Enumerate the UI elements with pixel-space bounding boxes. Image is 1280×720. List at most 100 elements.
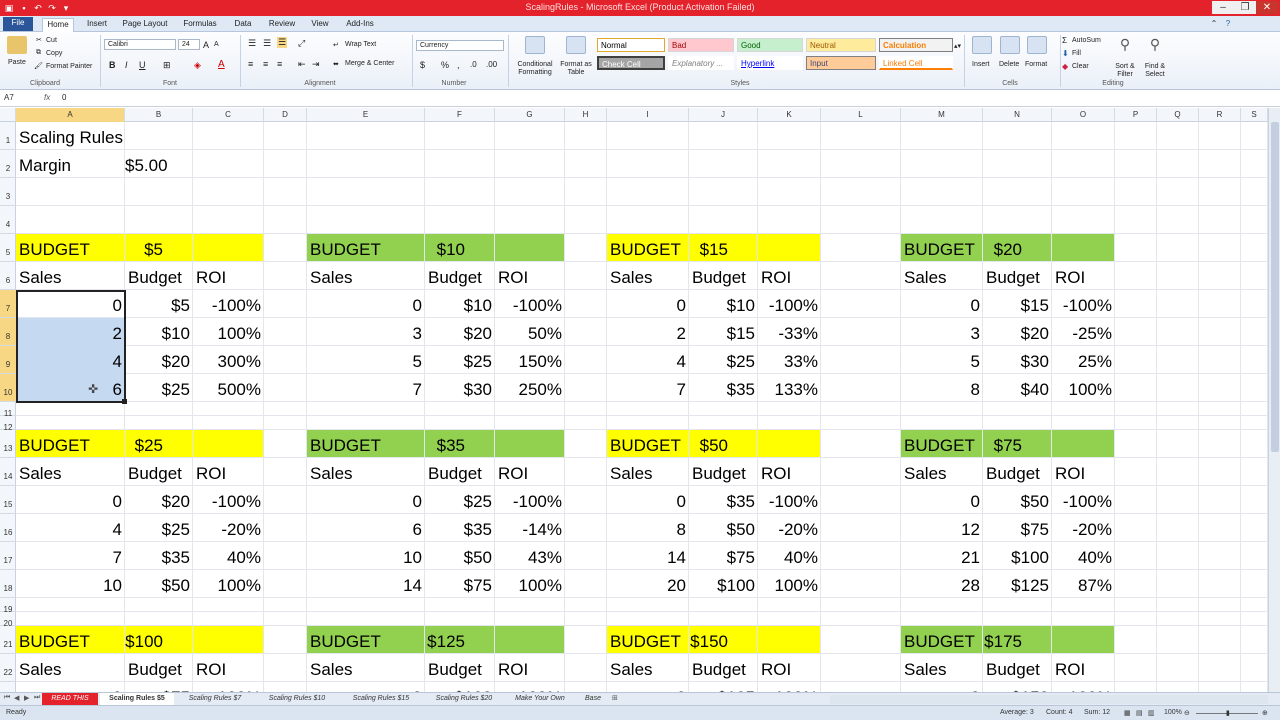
align-left-icon[interactable]: ≡ xyxy=(248,59,253,69)
tab-home[interactable]: Home xyxy=(42,18,74,32)
minimize-ribbon-icon[interactable]: ⌃ xyxy=(1208,18,1220,32)
last-sheet-icon[interactable]: ⏭ xyxy=(34,694,40,702)
style-input[interactable]: Input xyxy=(806,56,876,70)
cut-button[interactable]: Cut xyxy=(46,37,57,44)
format-cells-icon[interactable] xyxy=(1027,36,1047,54)
font-name-box[interactable]: Calibri xyxy=(104,39,176,50)
page-layout-view-icon[interactable]: ▤ xyxy=(1136,709,1143,717)
column-header-d[interactable]: D xyxy=(264,108,307,122)
row-header-23[interactable]: 23 xyxy=(0,682,16,692)
column-header-r[interactable]: R xyxy=(1199,108,1241,122)
normal-view-icon[interactable]: ▦ xyxy=(1124,709,1131,717)
row-header-20[interactable]: 20 xyxy=(0,612,16,628)
style-normal[interactable]: Normal xyxy=(597,38,665,52)
next-sheet-icon[interactable]: ▶ xyxy=(24,694,29,702)
sheet-tab-scaling-rules-7[interactable]: Scaling Rules $7 xyxy=(176,693,254,705)
row-header-3[interactable]: 3 xyxy=(0,178,16,206)
row-header-15[interactable]: 15 xyxy=(0,486,16,514)
format-painter-icon[interactable]: 🖌 xyxy=(34,62,43,70)
font-color-icon[interactable]: A xyxy=(218,59,225,70)
fill-icon[interactable]: ⬇ xyxy=(1062,49,1069,58)
column-header-c[interactable]: C xyxy=(193,108,264,122)
tab-view[interactable]: View xyxy=(307,18,333,32)
grow-font-icon[interactable]: A xyxy=(203,40,209,50)
row-header-2[interactable]: 2 xyxy=(0,150,16,178)
column-header-b[interactable]: B xyxy=(125,108,193,122)
decrease-decimal-icon[interactable]: .00 xyxy=(486,60,497,69)
sheet-tab-scaling-rules-5[interactable]: Scaling Rules $5 xyxy=(100,693,174,705)
row-header-17[interactable]: 17 xyxy=(0,542,16,570)
merge-center-icon[interactable]: ⬌ xyxy=(333,60,339,68)
row-header-19[interactable]: 19 xyxy=(0,598,16,614)
row-header-6[interactable]: 6 xyxy=(0,262,16,290)
sort-filter-icon[interactable]: ⚲ xyxy=(1116,36,1134,54)
column-header-f[interactable]: F xyxy=(425,108,495,122)
decrease-indent-icon[interactable]: ⇤ xyxy=(298,59,306,70)
italic-icon[interactable]: I xyxy=(125,60,128,70)
row-header-7[interactable]: 7 xyxy=(0,290,16,318)
insert-sheet-icon[interactable]: ⊞ xyxy=(612,694,618,702)
column-header-a[interactable]: A xyxy=(16,108,125,122)
sheet-tab-scaling-rules-20[interactable]: Scaling Rules $20 xyxy=(424,693,504,705)
page-break-view-icon[interactable]: ▥ xyxy=(1148,709,1155,717)
format-as-table-icon[interactable] xyxy=(566,36,586,54)
tab-insert[interactable]: Insert xyxy=(82,18,112,32)
conditional-formatting-button[interactable]: Conditional Formatting xyxy=(512,61,558,77)
cut-icon[interactable]: ✂ xyxy=(36,36,42,44)
row-header-16[interactable]: 16 xyxy=(0,514,16,542)
name-box[interactable]: A7 xyxy=(2,93,36,105)
insert-cells-icon[interactable] xyxy=(972,36,992,54)
tab-page-layout[interactable]: Page Layout xyxy=(120,18,170,32)
styles-scroll-icon[interactable]: ▴▾ xyxy=(954,42,961,50)
copy-button[interactable]: Copy xyxy=(46,50,62,57)
style-bad[interactable]: Bad xyxy=(668,38,734,52)
column-header-g[interactable]: G xyxy=(495,108,565,122)
style-check-cell[interactable]: Check Cell xyxy=(597,56,665,70)
find-select-button[interactable]: Find & Select xyxy=(1140,63,1170,79)
style-neutral[interactable]: Neutral xyxy=(806,38,876,52)
autosum-button[interactable]: AutoSum xyxy=(1072,37,1101,44)
orientation-icon[interactable]: ⤢ xyxy=(298,38,305,49)
format-cells-button[interactable]: Format xyxy=(1025,61,1047,68)
fill-color-icon[interactable]: ◈ xyxy=(194,60,201,71)
conditional-formatting-icon[interactable] xyxy=(525,36,545,54)
sheet-tab-scaling-rules-15[interactable]: Scaling Rules $15 xyxy=(340,693,422,705)
formula-input[interactable]: 0 xyxy=(62,93,66,102)
style-calculation[interactable]: Calculation xyxy=(879,38,953,52)
fill-button[interactable]: Fill xyxy=(1072,50,1081,57)
tab-review[interactable]: Review xyxy=(265,18,299,32)
align-right-icon[interactable]: ≡ xyxy=(277,59,282,69)
column-header-s[interactable]: S xyxy=(1241,108,1268,122)
insert-function-icon[interactable]: fx xyxy=(44,93,50,102)
paste-button[interactable]: Paste xyxy=(8,59,26,66)
vertical-scrollbar[interactable] xyxy=(1268,108,1280,692)
minimize-icon[interactable]: – xyxy=(1212,1,1234,14)
autosum-icon[interactable]: Σ xyxy=(1062,36,1067,45)
copy-icon[interactable]: ⧉ xyxy=(36,49,41,57)
comma-icon[interactable]: , xyxy=(457,60,460,70)
increase-decimal-icon[interactable]: .0 xyxy=(470,60,477,69)
tab-data[interactable]: Data xyxy=(230,18,256,32)
zoom-slider-thumb[interactable]: ▮ xyxy=(1226,709,1230,717)
font-size-box[interactable]: 24 xyxy=(178,39,200,50)
style-good[interactable]: Good xyxy=(737,38,803,52)
restore-icon[interactable]: ❐ xyxy=(1234,1,1256,14)
column-header-l[interactable]: L xyxy=(821,108,901,122)
column-header-n[interactable]: N xyxy=(983,108,1052,122)
select-all-corner[interactable] xyxy=(0,108,16,122)
row-header-1[interactable]: 1 xyxy=(0,122,16,150)
borders-icon[interactable]: ⊞ xyxy=(163,60,171,71)
style-explanatory[interactable]: Explanatory ... xyxy=(668,56,734,70)
row-header-21[interactable]: 21 xyxy=(0,626,16,654)
sort-filter-button[interactable]: Sort & Filter xyxy=(1110,63,1140,79)
tab-add-ins[interactable]: Add-Ins xyxy=(342,18,378,32)
zoom-out-icon[interactable]: ⊖ xyxy=(1184,709,1190,717)
column-header-i[interactable]: I xyxy=(607,108,689,122)
wrap-text-button[interactable]: Wrap Text xyxy=(345,41,376,48)
column-header-j[interactable]: J xyxy=(689,108,758,122)
row-header-4[interactable]: 4 xyxy=(0,206,16,234)
tab-formulas[interactable]: Formulas xyxy=(180,18,220,32)
row-header-12[interactable]: 12 xyxy=(0,416,16,432)
insert-cells-button[interactable]: Insert xyxy=(972,61,990,68)
column-header-k[interactable]: K xyxy=(758,108,821,122)
